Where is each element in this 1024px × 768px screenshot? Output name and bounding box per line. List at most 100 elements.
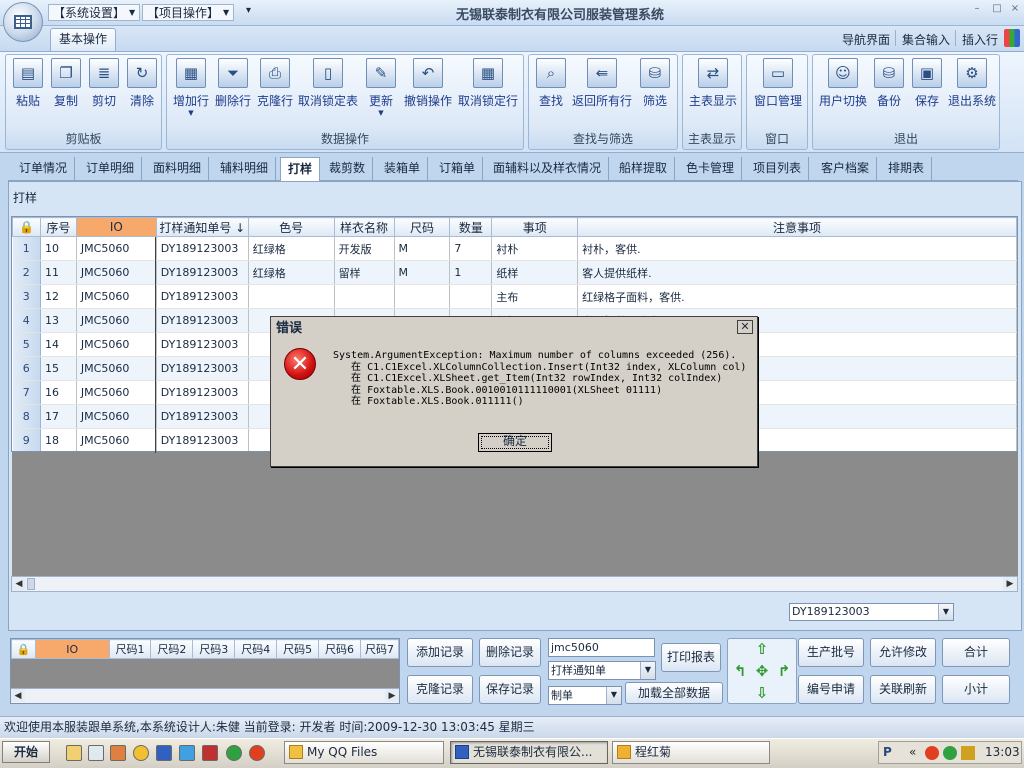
table-cell[interactable]: JMC5060 xyxy=(76,380,157,405)
maximize-button[interactable]: □ xyxy=(990,3,1004,15)
col-header-sample-name[interactable]: 样衣名称 xyxy=(333,217,395,237)
scroll-right-icon[interactable]: ▶ xyxy=(1003,577,1017,591)
total-button[interactable]: 合计 xyxy=(942,638,1010,667)
table-cell[interactable]: 主布 xyxy=(491,284,579,309)
window-management-button[interactable]: ▭ 窗口管理 xyxy=(751,57,805,117)
table-cell[interactable]: 留样 xyxy=(334,260,395,285)
table-cell[interactable]: 13 xyxy=(40,308,77,333)
close-button[interactable]: × xyxy=(1008,3,1022,15)
print-report-button[interactable]: 打印报表 xyxy=(661,643,721,672)
tab-schedule[interactable]: 排期表 xyxy=(881,157,933,181)
app-icon[interactable] xyxy=(202,745,218,761)
system-settings-menu[interactable]: 【系统设置】 ▼ xyxy=(48,4,141,21)
table-cell[interactable]: DY189123003 xyxy=(156,236,249,261)
col-header-notes[interactable]: 注意事项 xyxy=(577,217,1017,237)
chevron-left-icon[interactable]: « xyxy=(909,742,916,763)
tab-customer-files[interactable]: 客户档案 xyxy=(814,157,878,181)
task-qq-files[interactable]: My QQ Files xyxy=(284,741,444,764)
app-icon[interactable] xyxy=(156,745,172,761)
delete-row-button[interactable]: ⏷ 删除行 xyxy=(213,57,253,117)
chevron-down-icon[interactable]: ▼ xyxy=(640,662,655,679)
backup-button[interactable]: ⛁ 备份 xyxy=(871,57,907,117)
chevron-down-icon[interactable]: ▼ xyxy=(606,687,621,704)
shield-icon[interactable] xyxy=(943,746,957,760)
table-row[interactable]: 1 10 JMC5060 DY189123003 红绿格 开发版 M 7 衬朴 衬朴，客供. xyxy=(12,236,1017,261)
task-chat[interactable]: 程红菊 xyxy=(612,741,770,764)
report-type-select[interactable]: 打样通知单 ▼ xyxy=(548,661,656,680)
row-number[interactable]: 1 xyxy=(12,236,41,261)
scroll-left-icon[interactable]: ◀ xyxy=(12,577,26,591)
table-cell[interactable]: 7 xyxy=(449,236,493,261)
col-header-size3[interactable]: 尺码3 xyxy=(192,639,236,659)
number-apply-button[interactable]: 编号申请 xyxy=(798,675,864,704)
window-icon[interactable] xyxy=(179,745,195,761)
lock-icon[interactable]: 🔒 xyxy=(11,639,36,659)
start-button[interactable]: 开始 xyxy=(2,741,50,763)
col-header-size[interactable]: 尺码 xyxy=(393,217,451,237)
paste-button[interactable]: ▤ 粘贴 xyxy=(10,57,46,117)
master-table-button[interactable]: ⇄ 主表显示 xyxy=(687,57,739,117)
tab-accessory-details[interactable]: 辅料明细 xyxy=(213,157,277,181)
col-header-color[interactable]: 色号 xyxy=(247,217,335,237)
filter-button[interactable]: ⛁ 筛选 xyxy=(637,57,673,117)
update-button[interactable]: ✎ 更新 ▼ xyxy=(363,57,399,117)
subtotal-button[interactable]: 小计 xyxy=(942,675,1010,704)
arrow-up-icon[interactable]: ⇧ xyxy=(754,641,770,657)
table-cell[interactable]: 12 xyxy=(40,284,77,309)
return-all-rows-button[interactable]: ⇚ 返回所有行 xyxy=(571,57,633,117)
add-record-button[interactable]: 添加记录 xyxy=(407,638,473,667)
table-cell[interactable]: 14 xyxy=(40,332,77,357)
table-cell[interactable]: 红绿格 xyxy=(248,236,335,261)
table-cell[interactable]: 客人提供纸样. xyxy=(577,260,1017,285)
table-cell[interactable]: DY189123003 xyxy=(156,404,249,429)
table-cell[interactable]: DY189123003 xyxy=(156,356,249,381)
table-cell[interactable]: 开发版 xyxy=(334,236,395,261)
tab-packing-list[interactable]: 装箱单 xyxy=(377,157,429,181)
scroll-left-icon[interactable]: ◀ xyxy=(11,689,25,702)
production-batch-button[interactable]: 生产批号 xyxy=(798,638,864,667)
table-cell[interactable]: JMC5060 xyxy=(76,284,157,309)
ie-icon[interactable] xyxy=(226,745,242,761)
collective-input-link[interactable]: 集合输入 xyxy=(902,31,950,48)
table-cell[interactable]: 10 xyxy=(40,236,77,261)
tab-materials-samples[interactable]: 面辅料以及样衣情况 xyxy=(486,157,610,181)
tab-order-details[interactable]: 订单明细 xyxy=(79,157,143,181)
maker-select[interactable]: 制单 ▼ xyxy=(548,686,622,705)
col-header-size6[interactable]: 尺码6 xyxy=(318,639,361,659)
tab-fabric-details[interactable]: 面料明细 xyxy=(146,157,210,181)
minimize-button[interactable]: – xyxy=(970,3,984,15)
weibo-icon[interactable] xyxy=(925,746,939,760)
row-number[interactable]: 9 xyxy=(12,428,41,451)
save-button[interactable]: ▣ 保存 xyxy=(909,57,945,117)
tab-ship-sample[interactable]: 船样提取 xyxy=(612,157,676,181)
size-grid-scrollbar[interactable]: ◀ ▶ xyxy=(11,688,399,703)
col-header-size4[interactable]: 尺码4 xyxy=(234,639,278,659)
table-cell[interactable]: M xyxy=(394,236,451,261)
col-header-item[interactable]: 事项 xyxy=(491,217,579,237)
table-cell[interactable]: JMC5060 xyxy=(76,356,157,381)
chevron-down-icon[interactable]: ▼ xyxy=(938,604,953,620)
table-cell[interactable]: 1 xyxy=(449,260,493,285)
table-cell[interactable]: 11 xyxy=(40,260,77,285)
volume-icon[interactable] xyxy=(961,746,975,760)
lock-icon[interactable]: 🔒 xyxy=(12,217,41,237)
tab-sampling[interactable]: 打样 xyxy=(280,157,321,181)
task-main-app[interactable]: 无锡联泰制衣有限公... xyxy=(450,741,608,764)
insert-row-link[interactable]: 插入行 xyxy=(962,31,998,48)
copy-button[interactable]: ❐ 复制 xyxy=(48,57,84,117)
table-cell[interactable]: 17 xyxy=(40,404,77,429)
scroll-thumb[interactable] xyxy=(27,578,35,590)
undo-button[interactable]: ↶ 撤销操作 xyxy=(403,57,453,117)
table-cell[interactable] xyxy=(394,284,451,309)
delete-record-button[interactable]: 删除记录 xyxy=(479,638,541,667)
col-header-size5[interactable]: 尺码5 xyxy=(276,639,320,659)
add-row-button[interactable]: ▦ 增加行 ▼ xyxy=(171,57,211,117)
scroll-right-icon[interactable]: ▶ xyxy=(385,689,399,702)
table-cell[interactable]: M xyxy=(394,260,451,285)
project-operations-menu[interactable]: 【项目操作】 ▼ xyxy=(142,4,235,21)
folder-icon[interactable] xyxy=(66,745,82,761)
tab-order-status[interactable]: 订单情况 xyxy=(12,157,76,181)
exit-system-button[interactable]: ⚙ 退出系统 xyxy=(947,57,997,117)
arrow-down-icon[interactable]: ⇩ xyxy=(754,685,770,701)
load-all-data-button[interactable]: 加载全部数据 xyxy=(625,682,723,704)
